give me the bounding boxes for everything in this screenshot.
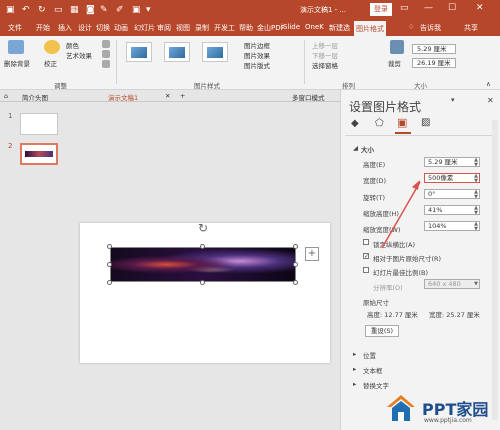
house-logo-icon [387, 395, 415, 421]
watermark-url: www.pptjia.com [424, 417, 472, 424]
annotation-arrow [381, 180, 421, 249]
watermark-logo: PPT家园 www.pptjia.com [384, 392, 500, 430]
